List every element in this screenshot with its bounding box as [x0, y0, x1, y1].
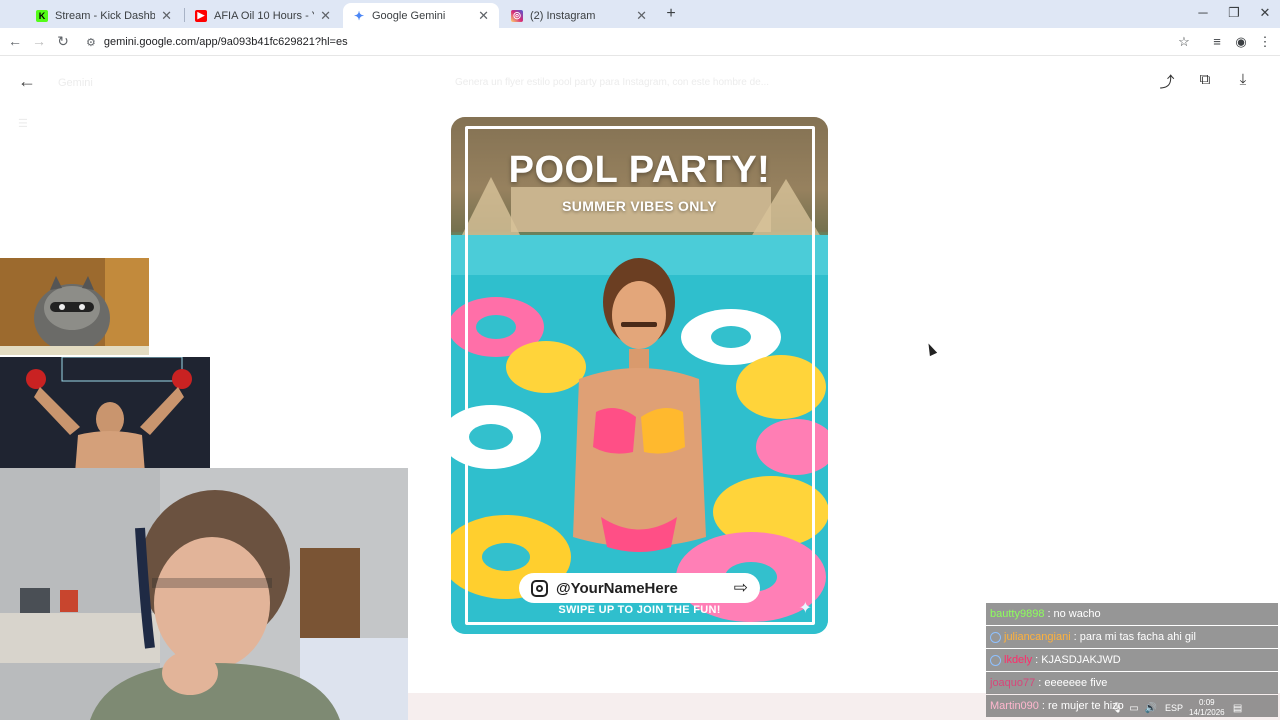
prompt-text: Genera un flyer estilo pool party para I…: [455, 77, 770, 88]
clock[interactable]: 0:09 14/1/2026: [1189, 698, 1225, 718]
swipe-up-text: SWIPE UP TO JOIN THE FUN!: [558, 604, 721, 616]
copy-icon[interactable]: ⧉: [1196, 71, 1214, 88]
chat-separator: :: [1041, 700, 1045, 712]
tab-title: AFIA Oil 10 Hours - YouTube: [214, 9, 314, 22]
volume-icon[interactable]: 🔊: [1144, 703, 1158, 714]
chat-message: juliancangiani : para mi tas facha ahi g…: [986, 626, 1278, 648]
bookmark-star-icon[interactable]: ☆: [1176, 34, 1192, 50]
instagram-icon: ◎: [511, 9, 523, 22]
youtube-icon: ▶: [195, 9, 207, 22]
close-icon[interactable]: ✕: [636, 8, 647, 24]
close-icon[interactable]: ✕: [161, 8, 172, 24]
new-tab-button[interactable]: +: [664, 5, 678, 23]
instagram-icon: [531, 579, 548, 597]
chat-username: Martin090: [990, 700, 1039, 712]
browser-toolbar: ← → ↻ ⚙ gemini.google.com/app/9a093b41fc…: [0, 28, 1280, 56]
tab-youtube[interactable]: ▶ AFIA Oil 10 Hours - YouTube ✕: [185, 3, 341, 28]
download-icon[interactable]: ⤓: [1234, 71, 1252, 88]
back-arrow-icon[interactable]: ←: [18, 71, 36, 92]
chat-text: no wacho: [1053, 608, 1101, 620]
microphone-icon[interactable]: 🎙: [1110, 703, 1124, 714]
clock-date: 14/1/2026: [1189, 708, 1225, 717]
media-controls-icon[interactable]: ≡: [1209, 34, 1225, 49]
faint-input-row: [430, 633, 900, 643]
raccoon-image: [0, 258, 149, 355]
tab-title: (2) Instagram: [530, 9, 596, 22]
verified-badge-icon: [990, 631, 1001, 643]
image-viewer-header: ← Gemini Genera un flyer estilo pool par…: [0, 57, 1280, 107]
gemini-icon: ✦: [353, 8, 365, 23]
chat-username: juliancangiani: [1004, 631, 1071, 643]
mouse-cursor-icon: [924, 341, 938, 357]
reload-icon[interactable]: ↻: [55, 33, 71, 50]
restore-button[interactable]: ❐: [1227, 5, 1241, 21]
close-icon[interactable]: ✕: [478, 8, 489, 24]
streamer-webcam: [0, 468, 408, 720]
close-window-button[interactable]: ✕: [1258, 5, 1272, 21]
sidebar-menu-icon[interactable]: ☰: [18, 117, 28, 130]
url-text[interactable]: gemini.google.com/app/9a093b41fc629821?h…: [104, 36, 348, 48]
chat-separator: :: [1073, 631, 1077, 643]
gemini-title: Gemini: [58, 77, 93, 89]
tab-bar: K Stream - Kick Dashboard ✕ ▶ AFIA Oil 1…: [0, 0, 1280, 28]
back-icon[interactable]: ←: [7, 33, 23, 49]
verified-badge-icon: [990, 654, 1001, 666]
instagram-handle: @YourNameHere: [556, 579, 678, 597]
chat-message: bautty9898 : no wacho: [986, 603, 1278, 625]
menu-kebab-icon[interactable]: ⋮: [1257, 34, 1273, 50]
share-icon[interactable]: ⤴: [1158, 71, 1176, 92]
tab-google-gemini[interactable]: ✦ Google Gemini ✕: [343, 3, 499, 28]
tab-kick-dashboard[interactable]: K Stream - Kick Dashboard ✕: [26, 3, 182, 28]
boxing-clip: [0, 357, 210, 486]
chat-text: para mi tas facha ahi gil: [1079, 631, 1196, 643]
chat-message: lkdely : KJASDJAKJWD: [986, 649, 1278, 671]
system-tray: 🎙 ▭ 🔊 ESP 0:09 14/1/2026 ▤: [1110, 696, 1280, 720]
arrow-right-icon: ⇨: [733, 578, 748, 597]
chat-username: bautty9898: [990, 608, 1045, 620]
chat-text: KJASDJAKJWD: [1041, 654, 1121, 666]
forward-icon[interactable]: →: [31, 33, 47, 49]
notifications-icon[interactable]: ▤: [1231, 703, 1245, 714]
instagram-handle-pill: @YourNameHere ⇨: [519, 573, 760, 603]
sparkle-icon: ✦: [798, 600, 812, 617]
chat-text: eeeeeee five: [1044, 677, 1108, 689]
network-icon[interactable]: ▭: [1127, 703, 1141, 714]
profile-icon[interactable]: ◉: [1233, 34, 1249, 50]
chat-username: lkdely: [1004, 654, 1033, 666]
close-icon[interactable]: ✕: [320, 8, 331, 24]
tab-title: Stream - Kick Dashboard: [55, 9, 156, 22]
kick-icon: K: [36, 9, 48, 22]
poster-title: POOL PARTY!: [508, 149, 771, 191]
tab-instagram[interactable]: ◎ (2) Instagram ✕: [501, 3, 657, 28]
poster-subtitle: SUMMER VIBES ONLY: [562, 198, 717, 214]
generated-image[interactable]: POOL PARTY! SUMMER VIBES ONLY @YourNameH…: [451, 117, 828, 634]
chat-separator: :: [1038, 677, 1042, 689]
chat-username: joaquo77: [990, 677, 1036, 689]
chat-message: joaquo77 : eeeeeee five: [986, 672, 1278, 694]
language-indicator[interactable]: ESP: [1165, 703, 1183, 713]
site-info-icon[interactable]: ⚙: [86, 36, 96, 49]
streamer-picture: [0, 468, 408, 720]
chat-separator: :: [1035, 654, 1039, 666]
tab-title: Google Gemini: [372, 9, 446, 22]
address-bar[interactable]: ⚙ gemini.google.com/app/9a093b41fc629821…: [80, 30, 1200, 54]
raccoon-picture: [0, 258, 149, 355]
minimize-button[interactable]: ─: [1196, 5, 1210, 20]
clock-time: 0:09: [1199, 698, 1215, 707]
boxer-picture: [0, 357, 210, 486]
chat-separator: :: [1047, 608, 1051, 620]
